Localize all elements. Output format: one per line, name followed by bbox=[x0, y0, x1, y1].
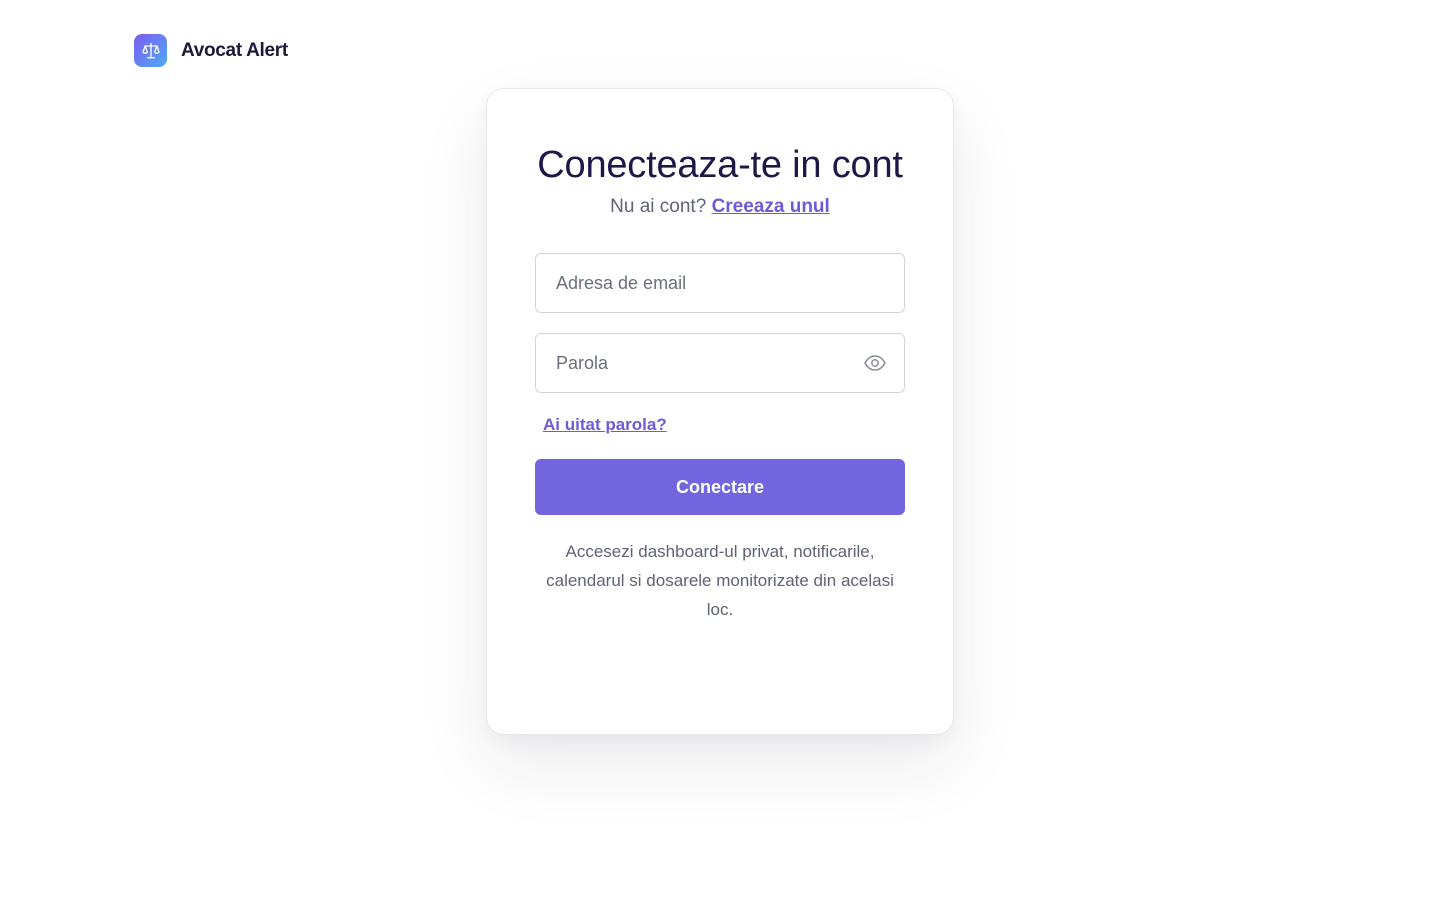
brand-home-link[interactable]: Avocat Alert bbox=[134, 34, 288, 67]
email-field-wrapper bbox=[535, 253, 905, 313]
login-card: Conecteaza-te in cont Nu ai cont? Creeaz… bbox=[486, 88, 954, 735]
page-title: Conecteaza-te in cont bbox=[537, 144, 903, 186]
login-button[interactable]: Conectare bbox=[535, 459, 905, 515]
login-info-note: Accesezi dashboard-ul privat, notificari… bbox=[546, 542, 894, 619]
brand-name: Avocat Alert bbox=[181, 39, 288, 61]
password-input[interactable] bbox=[556, 352, 884, 374]
eye-icon[interactable] bbox=[864, 355, 886, 371]
password-field-wrapper bbox=[535, 333, 905, 393]
forgot-password-link[interactable]: Ai uitat parola? bbox=[543, 415, 667, 435]
create-account-link[interactable]: Creeaza unul bbox=[712, 196, 830, 217]
email-input[interactable] bbox=[556, 272, 884, 294]
signup-prompt-text: Nu ai cont? bbox=[610, 196, 707, 217]
signup-prompt: Nu ai cont? Creeaza unul bbox=[535, 196, 905, 218]
login-page: Avocat Alert Conecteaza-te in cont Nu ai… bbox=[0, 0, 1440, 900]
scales-icon bbox=[134, 34, 167, 67]
